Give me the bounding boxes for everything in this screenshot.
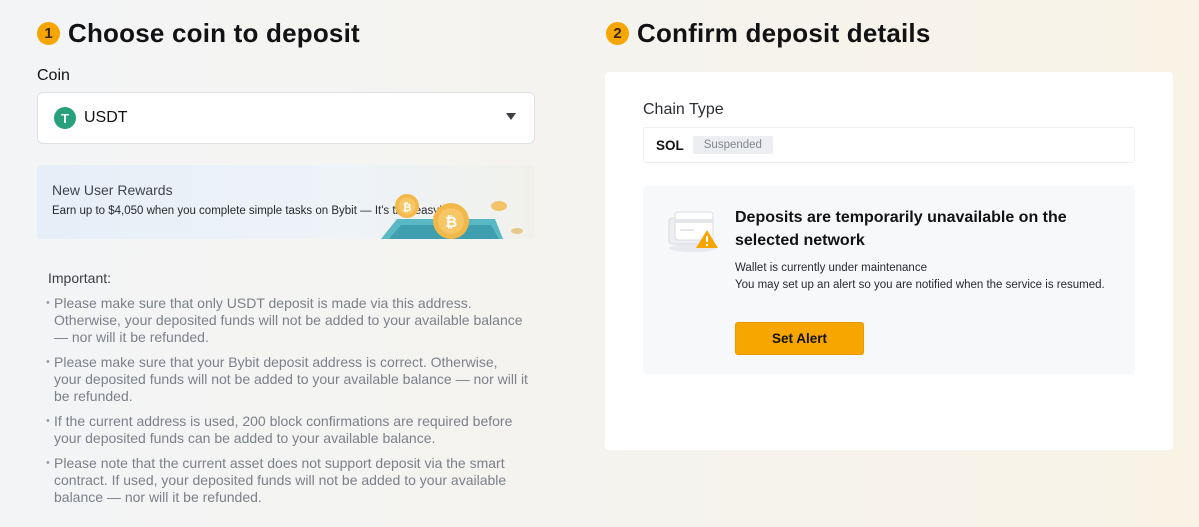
alert-hint-line: You may set up an alert so you are notif… — [735, 279, 1105, 291]
note-item: Please note that the current asset does … — [46, 455, 528, 506]
svg-text:₿: ₿ — [403, 201, 412, 214]
step-1-header: 1 Choose coin to deposit — [37, 18, 360, 49]
step-2-title: Confirm deposit details — [637, 18, 931, 48]
chain-status-badge: Suspended — [692, 136, 773, 154]
maintenance-line: Wallet is currently under maintenance — [735, 262, 927, 274]
set-alert-button[interactable]: Set Alert — [735, 322, 864, 355]
rewards-title: New User Rewards — [52, 182, 173, 198]
caret-down-icon[interactable] — [506, 113, 516, 120]
tether-icon: T — [54, 107, 76, 129]
chain-type-option[interactable]: SOL Suspended — [643, 127, 1135, 163]
coin-select[interactable]: T USDT — [37, 92, 535, 144]
note-item: If the current address is used, 200 bloc… — [46, 413, 528, 447]
new-user-rewards-banner[interactable]: New User Rewards Earn up to $4,050 when … — [37, 165, 535, 239]
step-2-number: 2 — [606, 22, 629, 45]
note-item: Please make sure that only USDT deposit … — [46, 295, 528, 346]
chain-type-label: Chain Type — [643, 101, 724, 118]
maintenance-warning-icon — [668, 211, 718, 252]
deposit-unavailable-panel: Deposits are temporarily unavailable on … — [643, 186, 1135, 374]
step-1-title: Choose coin to deposit — [68, 18, 360, 48]
chain-name: SOL — [656, 137, 684, 153]
wallet-bitcoin-icon: ₿ ₿ — [381, 194, 523, 239]
selected-coin-name: USDT — [84, 109, 128, 126]
important-title: Important: — [48, 270, 112, 286]
confirm-deposit-card: Chain Type SOL Suspended Deposits are te… — [605, 72, 1173, 450]
important-notes: Important: Please make sure that only US… — [46, 270, 528, 514]
coin-label: Coin — [37, 67, 70, 84]
step-1-number: 1 — [37, 22, 60, 45]
step-2-header: 2 Confirm deposit details — [606, 18, 931, 49]
svg-text:₿: ₿ — [445, 213, 457, 231]
note-item: Please make sure that your Bybit deposit… — [46, 354, 528, 405]
unavailable-description: Wallet is currently under maintenance Yo… — [735, 260, 1125, 294]
unavailable-title: Deposits are temporarily unavailable on … — [735, 209, 1067, 249]
